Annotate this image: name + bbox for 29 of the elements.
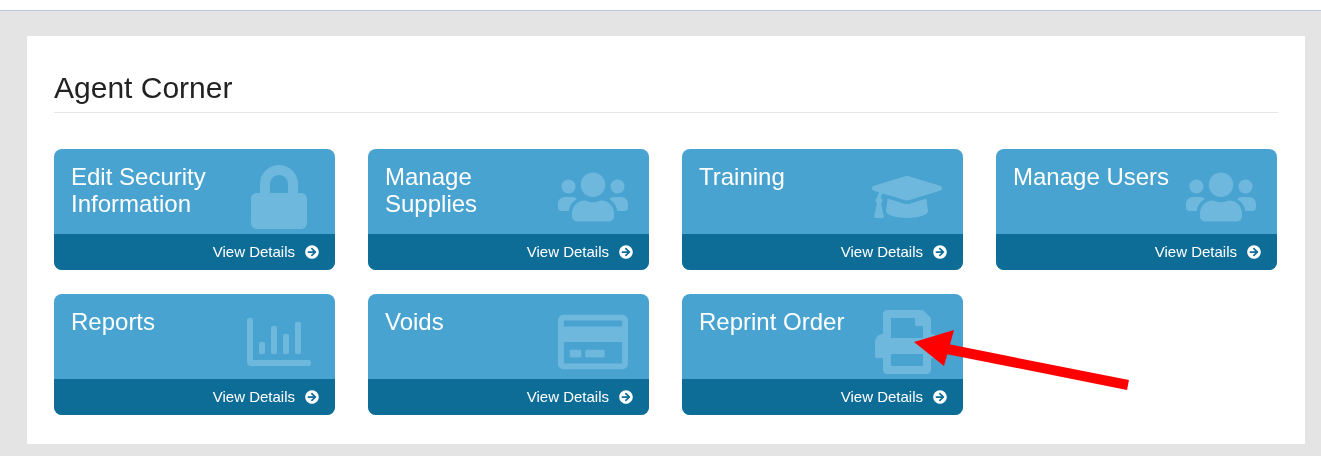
view-details-link[interactable]: View Details — [682, 234, 963, 270]
tile-title: Manage Users — [1013, 163, 1171, 192]
arrow-right-icon — [305, 390, 319, 404]
arrow-right-icon — [1247, 245, 1261, 259]
tile-card[interactable]: Voids View Details — [368, 294, 649, 415]
arrow-right-icon — [933, 245, 947, 259]
view-details-link[interactable]: View Details — [54, 379, 335, 415]
arrow-right-icon — [933, 390, 947, 404]
tile-title: Reports — [71, 308, 157, 337]
tile-title: Edit Security Information — [71, 163, 207, 219]
arrow-right-icon — [619, 390, 633, 404]
tile-title: Training — [699, 163, 786, 192]
tile-title: Voids — [385, 308, 445, 337]
arrow-right-icon — [305, 245, 319, 259]
panel-title: Agent Corner — [54, 70, 1278, 113]
tile-title: Reprint Order — [699, 308, 846, 337]
tile-card[interactable]: Manage Users View Details — [996, 149, 1277, 270]
tile-card[interactable]: Edit Security Information View Details — [54, 149, 335, 270]
tile-card[interactable]: Training View Details — [682, 149, 963, 270]
tile-card[interactable]: Reprint Order View Details — [682, 294, 963, 415]
view-details-link[interactable]: View Details — [54, 234, 335, 270]
tile-title: Manage Supplies — [385, 163, 479, 219]
tile-card[interactable]: Manage Supplies View Details — [368, 149, 649, 270]
view-details-link[interactable]: View Details — [996, 234, 1277, 270]
view-details-link[interactable]: View Details — [368, 234, 649, 270]
tile-card[interactable]: Reports View Details — [54, 294, 335, 415]
arrow-right-icon — [619, 245, 633, 259]
view-details-link[interactable]: View Details — [682, 379, 963, 415]
view-details-link[interactable]: View Details — [368, 379, 649, 415]
